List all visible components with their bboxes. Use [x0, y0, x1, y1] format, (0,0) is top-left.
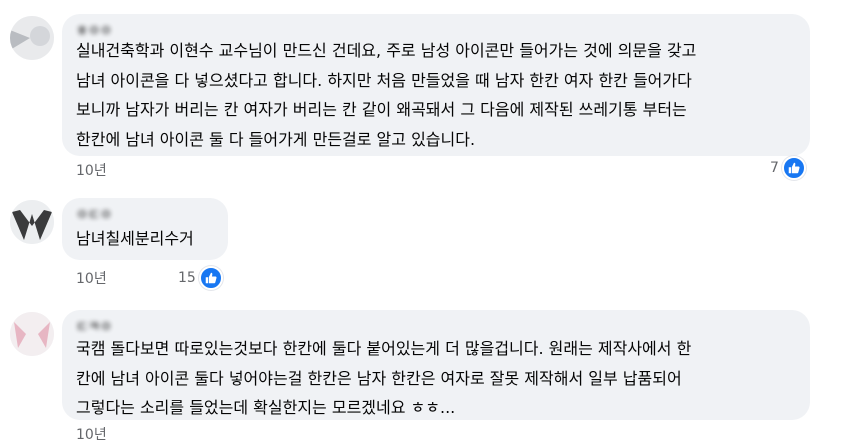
comment-line: 남녀 아이콘을 다 넣으셨다고 합니다. 하지만 처음 만들었을 때 남자 한칸… [76, 70, 692, 90]
comment-bubble: ㅎㅇㅇ 실내건축학과 이현수 교수님이 만드신 건데요, 주로 남성 아이콘만 … [62, 14, 810, 156]
avatar[interactable] [10, 16, 54, 60]
comment-line: 보니까 남자가 버리는 칸 여자가 버리는 칸 같이 왜곡돼서 그 다음에 제작… [76, 100, 687, 119]
comment-line: 그렇다는 소리를 들었는데 확실한지는 모르겠네요 ㅎㅎ... [76, 398, 456, 417]
comment-bubble: ㅇㄷㅇ 남녀칠세분리수거 [62, 198, 228, 260]
comment-text: 남녀칠세분리수거 [76, 224, 194, 254]
comment-author[interactable]: ㅇㄷㅇ [76, 204, 112, 223]
avatar[interactable] [10, 312, 54, 356]
comment-text: 실내건축학과 이현수 교수님이 만드신 건데요, 주로 남성 아이콘만 들어가는… [76, 36, 696, 154]
comment-author[interactable]: ㄷㅋㅇ [76, 316, 112, 335]
comment-timestamp[interactable]: 10년 [76, 268, 107, 288]
avatar[interactable] [10, 200, 54, 244]
reaction-summary[interactable]: 15 [178, 266, 223, 290]
comment-timestamp[interactable]: 10년 [76, 424, 107, 442]
like-count: 15 [178, 270, 196, 286]
reaction-summary[interactable]: 7 [770, 156, 806, 180]
like-icon [198, 266, 223, 290]
comment-line: 칸에 남녀 아이콘 둘다 넣어야는걸 한칸은 남자 한칸은 여자로 잘못 제작해… [76, 368, 682, 388]
comment-line: 남녀칠세분리수거 [76, 229, 194, 248]
comment-line: 한칸에 남녀 아이콘 둘 다 들어가게 만든걸로 알고 있습니다. [76, 129, 476, 149]
comment-line: 국캠 돌다보면 따로있는것보다 한칸에 둘다 붙어있는게 더 많을겁니다. 원래… [76, 339, 692, 358]
comment-timestamp[interactable]: 10년 [76, 160, 107, 180]
like-icon [781, 156, 806, 180]
comment-line: 실내건축학과 이현수 교수님이 만드신 건데요, 주로 남성 아이콘만 들어가는… [76, 41, 697, 60]
comment-text: 국캠 돌다보면 따로있는것보다 한칸에 둘다 붙어있는게 더 많을겁니다. 원래… [76, 334, 691, 423]
like-count: 7 [770, 160, 779, 176]
avatar-image [10, 200, 54, 244]
comment-bubble: ㄷㅋㅇ 국캠 돌다보면 따로있는것보다 한칸에 둘다 붙어있는게 더 많을겁니다… [62, 310, 810, 420]
avatar-image [10, 312, 54, 356]
avatar-image [10, 16, 54, 60]
comments-section: ㅎㅇㅇ 실내건축학과 이현수 교수님이 만드신 건데요, 주로 남성 아이콘만 … [0, 0, 860, 442]
